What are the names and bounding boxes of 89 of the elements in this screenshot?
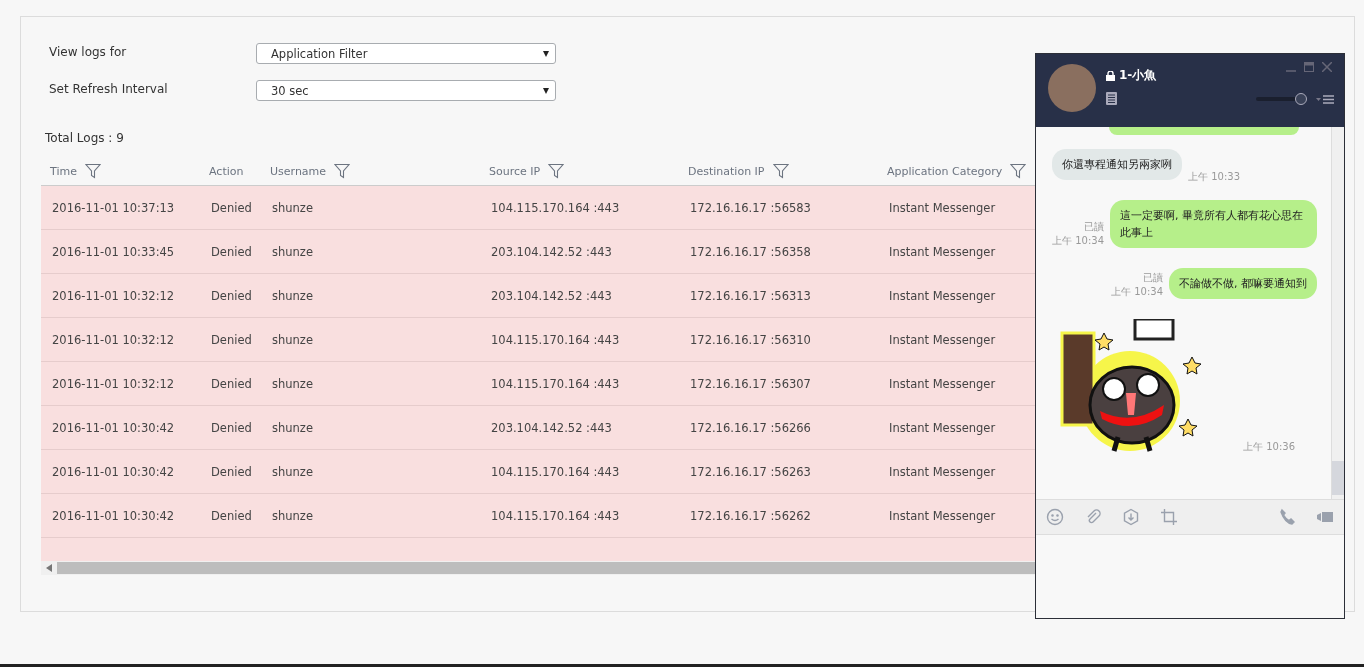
table-cell-text: 2016-11-01 10:30:42 [51,508,176,523]
table-cell-text: 2016-11-01 10:37:13 [51,200,176,215]
table-cell-text: shunze [271,244,314,259]
table-cell-text: Instant Messenger [888,332,997,347]
table-cell-text: shunze [271,332,314,347]
table-cell-text: 172.16.16.17 :56310 [689,332,812,347]
menu-icon[interactable] [1316,95,1334,104]
table-cell-text: Denied [210,288,253,303]
smiley-icon[interactable] [1046,508,1064,526]
column-header: Application Category [887,164,1003,178]
filter-icon[interactable] [84,163,101,179]
caret-icon [543,50,549,57]
table-cell-text: 203.104.142.52 :443 [490,288,613,303]
table-cell-text: 104.115.170.164 :443 [490,200,621,215]
table-cell-text: shunze [271,288,314,303]
table-cell-text: Instant Messenger [888,288,997,303]
table-cell-text: shunze [271,508,314,523]
table-cell-text: 2016-11-01 10:32:12 [51,332,176,347]
table-cell-text: Denied [210,420,253,435]
read-receipt: 已讀 [1143,271,1163,286]
message-time: 上午 10:33 [1188,170,1240,185]
horizontal-scrollbar[interactable] [41,561,1035,575]
table-cell-text: Denied [210,332,253,347]
table-cell-text: shunze [271,464,314,479]
table-cell-text: 104.115.170.164 :443 [490,508,621,523]
lock-icon [1106,70,1115,81]
vertical-scrollbar[interactable] [1331,127,1344,499]
table-cell-text: 172.16.16.17 :56263 [689,464,812,479]
filter-icon[interactable] [772,163,789,179]
column-header: Action [209,164,244,178]
crop-icon[interactable] [1160,508,1178,526]
dropdown[interactable]: 30 sec [256,80,556,101]
table-cell-text: Denied [210,508,253,523]
chat-title: 1-小魚 [1119,67,1157,84]
table-cell-text: 2016-11-01 10:32:12 [51,288,176,303]
message-time: 上午 10:34 [1052,234,1104,249]
table-cell-text: 2016-11-01 10:33:45 [51,244,176,259]
table-cell-text: Instant Messenger [888,508,997,523]
table-cell-text: 172.16.16.17 :56262 [689,508,812,523]
filter-icon[interactable] [334,163,351,179]
table-cell-text: 172.16.16.17 :56313 [689,288,812,303]
phone-icon[interactable] [1278,508,1296,526]
table-cell-text: shunze [271,376,314,391]
table-cell-text: 203.104.142.52 :443 [490,244,613,259]
table-cell-text: Denied [210,200,253,215]
table-cell-text: Instant Messenger [888,244,997,259]
table-cell-text: shunze [271,200,314,215]
column-header: Username [270,164,327,178]
table-cell-text: 172.16.16.17 :56307 [689,376,812,391]
read-receipt: 已讀 [1084,220,1104,235]
table-cell-text: 2016-11-01 10:32:12 [51,376,176,391]
scroll-left-icon[interactable] [46,564,52,572]
close-icon[interactable] [1322,62,1332,72]
filter-label: Set Refresh Interval [49,81,169,98]
avatar[interactable] [1048,64,1096,112]
table-cell-text: 104.115.170.164 :443 [490,464,621,479]
table-cell-text: Denied [210,376,253,391]
chat-bubble: 你還專程通知另兩家咧 [1052,149,1182,181]
table-cell-text: 2016-11-01 10:30:42 [51,464,176,479]
table-cell-text: 2016-11-01 10:30:42 [51,420,176,435]
dropdown[interactable]: Application Filter [256,43,556,64]
total-logs: Total Logs : 9 [45,131,125,145]
download-icon[interactable] [1122,508,1140,526]
table-cell-text: 172.16.16.17 :56583 [689,200,812,215]
table-cell-text: Instant Messenger [888,464,997,479]
chat-bubble: 不論做不做, 都嘛要通知到 [1169,268,1317,300]
message-time: 上午 10:36 [1243,440,1295,455]
filter-icon[interactable] [1010,163,1027,179]
column-header: Time [50,164,77,178]
column-header: Destination IP [688,164,765,178]
table-cell-text: 172.16.16.17 :56358 [689,244,812,259]
chat-bubble: 這一定要啊, 畢竟所有人都有花心思在此事上 [1110,200,1317,249]
notes-icon[interactable] [1106,92,1117,105]
table-cell-text: Instant Messenger [888,420,997,435]
table-cell-text: Denied [210,464,253,479]
table-cell-text: 203.104.142.52 :443 [490,420,613,435]
table-cell-text: 172.16.16.17 :56266 [689,420,812,435]
message-time: 上午 10:34 [1111,285,1163,300]
table-cell-text: Denied [210,244,253,259]
caret-icon [543,87,549,94]
table-cell-text: Instant Messenger [888,200,997,215]
column-header: Source IP [489,164,541,178]
table-cell-text: 104.115.170.164 :443 [490,332,621,347]
filter-icon[interactable] [548,163,565,179]
table-cell-text: 104.115.170.164 :443 [490,376,621,391]
table-cell-text: shunze [271,420,314,435]
table-cell-text: Instant Messenger [888,376,997,391]
filter-label: View logs for [49,44,128,61]
maximize-icon[interactable] [1304,62,1314,72]
